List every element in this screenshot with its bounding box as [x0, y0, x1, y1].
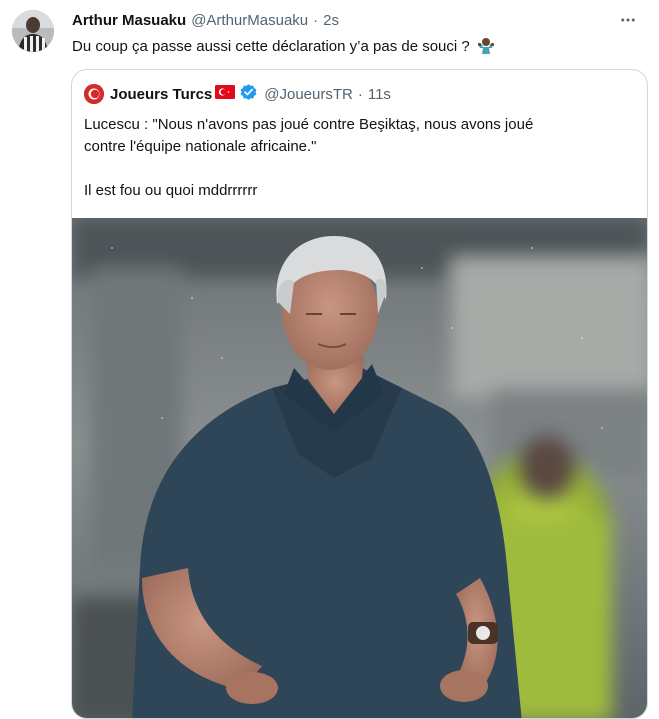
- quoted-timestamp[interactable]: 11s: [368, 86, 391, 103]
- quoted-author-name[interactable]: Joueurs Turcs: [110, 86, 212, 103]
- quoted-tweet-text: Lucescu : "Nous n'avons pas joué contre …: [84, 114, 634, 202]
- author-avatar[interactable]: [12, 10, 54, 52]
- more-options-button[interactable]: [617, 9, 639, 31]
- quoted-text-gap: [84, 158, 634, 180]
- quoted-author-handle[interactable]: @JoueursTR: [264, 86, 353, 103]
- quoted-photo[interactable]: [72, 218, 647, 718]
- person-shrugging-emoji-icon: [476, 36, 496, 60]
- quoted-text-line: contre l'équipe nationale africaine.": [84, 138, 317, 155]
- tweet-header: Arthur Masuaku @ArthurMasuaku · 2s: [72, 9, 639, 31]
- quoted-tweet-header: Joueurs Turcs @JoueursTR · 11s: [84, 83, 391, 105]
- tweet-text-content: Du coup ça passe aussi cette déclaration…: [72, 38, 470, 55]
- tweet-timestamp[interactable]: 2s: [323, 12, 339, 29]
- quoted-text-line: Il est fou ou quoi mddrrrrrr: [84, 182, 258, 199]
- photo-of-coach-image: [72, 218, 647, 718]
- quoted-separator-dot: ·: [357, 85, 363, 103]
- author-name[interactable]: Arthur Masuaku: [72, 12, 186, 29]
- quoted-text-line: Lucescu : "Nous n'avons pas joué contre …: [84, 116, 534, 133]
- quoted-author-avatar[interactable]: [84, 84, 104, 104]
- verified-badge-icon: [239, 83, 258, 106]
- author-handle[interactable]: @ArthurMasuaku: [191, 12, 308, 29]
- quoted-tweet-card[interactable]: Joueurs Turcs @JoueursTR · 11s Lucescu :…: [71, 69, 648, 719]
- tweet-text: Du coup ça passe aussi cette déclaration…: [72, 36, 496, 60]
- turkey-flag-icon: [215, 85, 236, 103]
- more-horizontal-icon: [621, 18, 635, 22]
- author-avatar-image: [12, 10, 54, 52]
- quoted-avatar-logo-icon: [84, 84, 104, 104]
- separator-dot: ·: [313, 11, 319, 29]
